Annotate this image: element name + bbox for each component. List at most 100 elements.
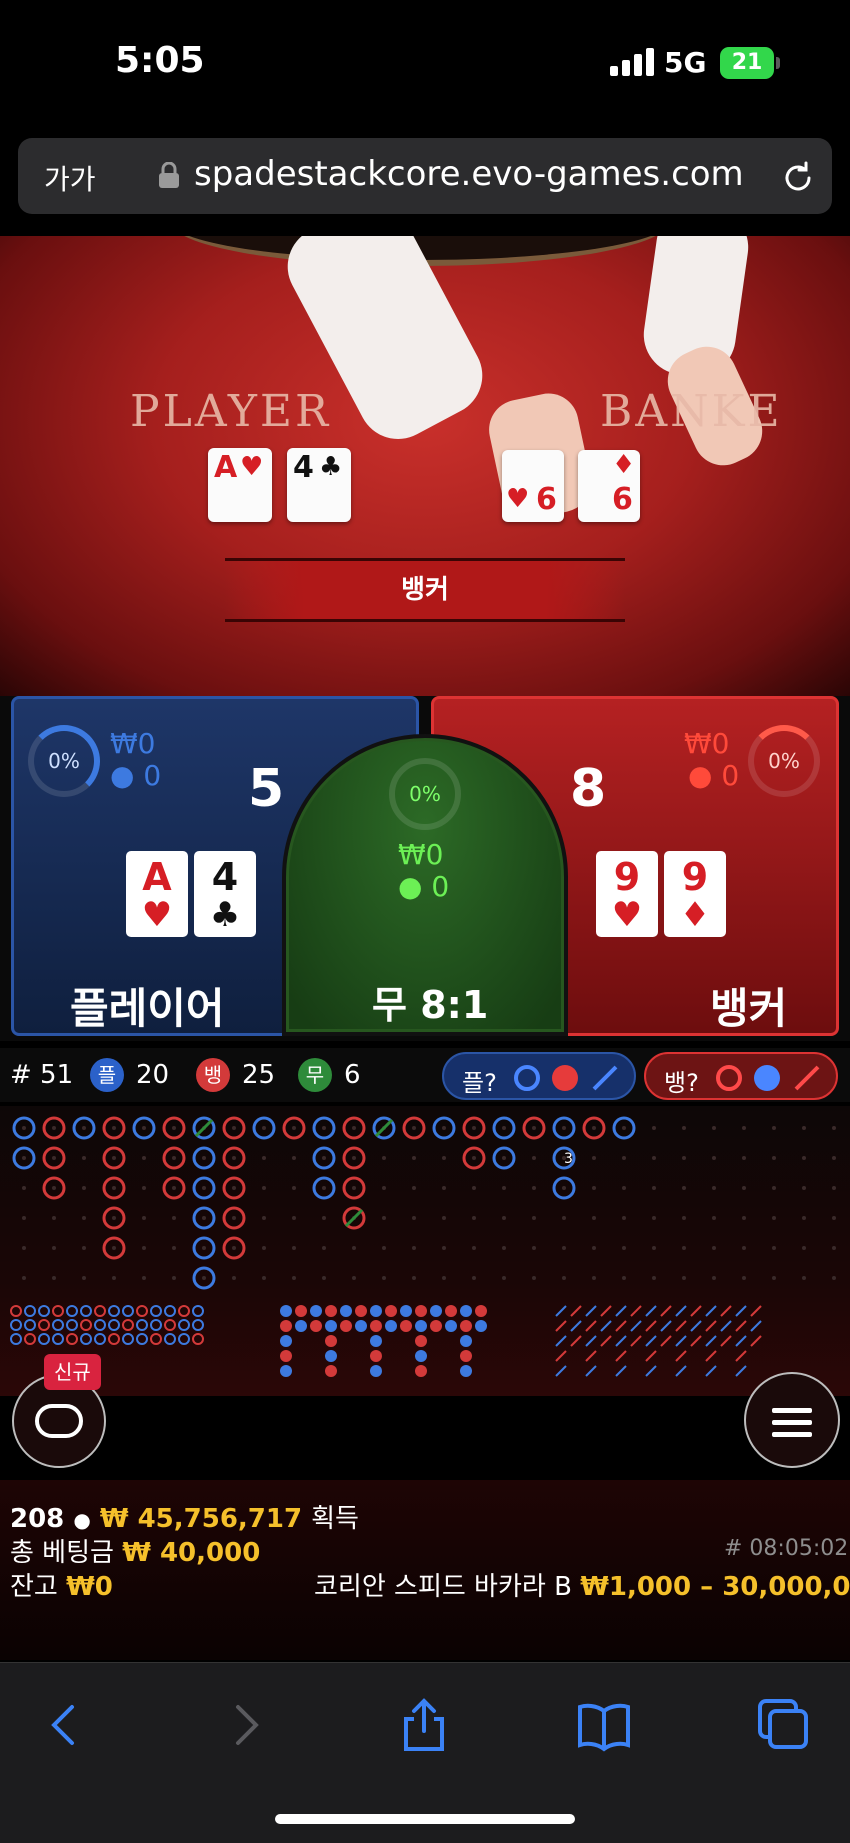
- grid-dot: [772, 1216, 776, 1220]
- cockroach-road-mark: [600, 1320, 612, 1332]
- tie-bet-spot[interactable]: 0% ₩0 ● 0 무 8:1: [282, 734, 568, 1036]
- grid-dot: [592, 1216, 596, 1220]
- grid-dot: [262, 1246, 266, 1250]
- player-badge: 플: [90, 1058, 124, 1092]
- game-info: 208 ● ₩ 45,756,717 획득 총 베팅금 ₩ 40,000 # 0…: [0, 1480, 850, 1660]
- tie-percent: 0%: [409, 782, 441, 806]
- bead-road-mark: [460, 1305, 472, 1317]
- video-player-card-1: A ♥: [208, 448, 272, 522]
- grid-dot: [322, 1276, 326, 1280]
- predict-cockroach-icon: [592, 1065, 618, 1091]
- grid-dot: [772, 1276, 776, 1280]
- signal-icon: [610, 48, 654, 76]
- small-road-mark: [52, 1333, 64, 1345]
- grid-dot: [802, 1216, 806, 1220]
- cockroach-road-mark: [585, 1335, 597, 1347]
- grid-dot: [652, 1246, 656, 1250]
- bead-road-mark: [280, 1335, 292, 1347]
- cockroach-road-mark: [555, 1365, 567, 1377]
- grid-dot: [502, 1276, 506, 1280]
- grid-dot: [472, 1156, 476, 1160]
- text-size-button[interactable]: 가가: [44, 158, 96, 198]
- roadmap-area[interactable]: 3: [0, 1106, 850, 1396]
- banker-predict-button[interactable]: 뱅?: [644, 1052, 838, 1100]
- live-video: PLAYER BANKE A ♥ 4 ♣ ♥ 6 ♦ 6 뱅커: [0, 236, 850, 696]
- bead-road-mark: [445, 1305, 457, 1317]
- tie-amount: ₩0: [398, 838, 444, 871]
- grid-dot: [652, 1126, 656, 1130]
- cockroach-road-mark: [585, 1365, 597, 1377]
- grid-dot: [352, 1276, 356, 1280]
- player-percent: 0%: [48, 749, 80, 773]
- grid-dot: [532, 1246, 536, 1250]
- grid-dot: [712, 1246, 716, 1250]
- grid-dot: [412, 1156, 416, 1160]
- small-road-mark: [178, 1333, 190, 1345]
- share-icon[interactable]: [394, 1695, 454, 1755]
- predict-small-road-icon: [552, 1065, 578, 1091]
- grid-dot: [262, 1186, 266, 1190]
- grid-dot: [82, 1186, 86, 1190]
- cockroach-road-mark: [615, 1305, 627, 1317]
- bookmarks-icon[interactable]: [574, 1695, 634, 1755]
- small-road-mark: [24, 1319, 36, 1331]
- small-road-mark: [66, 1333, 78, 1345]
- grid-dot: [262, 1126, 266, 1130]
- predict-cockroach-icon: [794, 1065, 820, 1091]
- grid-dot: [592, 1276, 596, 1280]
- grid-dot: [232, 1186, 236, 1190]
- round-id: # 08:05:02: [724, 1536, 849, 1561]
- bead-road-mark: [355, 1305, 367, 1317]
- tie-line: [374, 1118, 394, 1138]
- cockroach-road-mark: [735, 1350, 747, 1362]
- small-road-mark: [52, 1319, 64, 1331]
- tabs-icon[interactable]: [754, 1695, 814, 1755]
- player-win-count: 20: [136, 1060, 170, 1090]
- grid-dot: [442, 1186, 446, 1190]
- grid-dot: [742, 1246, 746, 1250]
- grid-dot: [772, 1156, 776, 1160]
- grid-dot: [352, 1186, 356, 1190]
- person-icon: ●: [398, 870, 423, 903]
- reload-icon[interactable]: [778, 158, 818, 198]
- grid-dot: [52, 1126, 56, 1130]
- bead-road-mark: [370, 1320, 382, 1332]
- player-bettors: ● 0: [110, 759, 161, 792]
- cockroach-road-mark: [675, 1350, 687, 1362]
- bead-road-mark: [355, 1320, 367, 1332]
- cockroach-road-mark: [675, 1335, 687, 1347]
- derived-roads: [10, 1305, 762, 1377]
- grid-dot: [22, 1276, 26, 1280]
- predict-small-road-icon: [754, 1065, 780, 1091]
- table-info-line: 코리안 스피드 바카라 B ₩1,000 – 30,000,000: [314, 1566, 850, 1603]
- menu-button[interactable]: [744, 1372, 840, 1468]
- grid-dot: [52, 1276, 56, 1280]
- grid-dot: [622, 1126, 626, 1130]
- small-road-mark: [66, 1305, 78, 1317]
- grid-dot: [262, 1276, 266, 1280]
- url-text[interactable]: spadestackcore.evo-games.com: [194, 154, 744, 194]
- address-bar[interactable]: 가가 spadestackcore.evo-games.com: [18, 138, 832, 214]
- back-icon[interactable]: [34, 1695, 94, 1755]
- cockroach-road-mark: [720, 1335, 732, 1347]
- grid-dot: [832, 1186, 836, 1190]
- small-road-mark: [150, 1319, 162, 1331]
- cockroach-road-mark: [720, 1320, 732, 1332]
- grid-dot: [232, 1246, 236, 1250]
- grid-dot: [682, 1246, 686, 1250]
- bead-road-mark: [460, 1350, 472, 1362]
- grid-dot: [772, 1246, 776, 1250]
- table-player-word: PLAYER: [130, 386, 332, 437]
- small-road-mark: [38, 1319, 50, 1331]
- grid-dot: [742, 1186, 746, 1190]
- grid-dot: [532, 1276, 536, 1280]
- forward-icon[interactable]: [216, 1695, 276, 1755]
- player-predict-button[interactable]: 플?: [442, 1052, 636, 1100]
- bead-road-mark: [445, 1320, 457, 1332]
- cockroach-road-mark: [675, 1365, 687, 1377]
- grid-dot: [82, 1156, 86, 1160]
- grid-dot: [232, 1156, 236, 1160]
- bead-road-mark: [400, 1305, 412, 1317]
- banker-badge: 뱅: [196, 1058, 230, 1092]
- bead-road-mark: [310, 1320, 322, 1332]
